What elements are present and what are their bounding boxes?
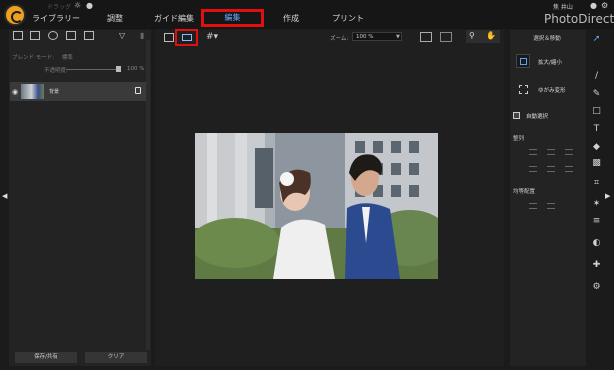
align-left-icon[interactable]: [529, 166, 537, 172]
settings-icon[interactable]: ⚙: [601, 1, 608, 10]
flip-icon[interactable]: [440, 32, 452, 42]
warp-label[interactable]: ゆがみ変形: [538, 86, 566, 94]
tab-create[interactable]: 作成: [275, 12, 307, 26]
scale-button[interactable]: [516, 54, 530, 68]
hand-icon[interactable]: ✋: [486, 31, 496, 40]
contrast-icon[interactable]: ◐: [591, 238, 602, 249]
distribute-horizontal-icon[interactable]: [529, 203, 537, 209]
help-icon[interactable]: ●: [86, 1, 93, 10]
delete-icon[interactable]: ▮: [140, 31, 144, 40]
pen-icon[interactable]: /: [591, 71, 602, 82]
align-top-icon[interactable]: [529, 149, 537, 155]
layers-panel: [9, 30, 151, 366]
image-view-icon: [182, 34, 192, 41]
align-right-icon[interactable]: [565, 166, 573, 172]
add-image-icon[interactable]: [30, 31, 40, 40]
align-center-icon[interactable]: [547, 166, 555, 172]
tab-edit[interactable]: 編集: [201, 9, 264, 27]
layers-scrollbar[interactable]: [146, 40, 150, 350]
layer-thumbnail: [21, 84, 44, 99]
filter-icon[interactable]: ▽: [119, 31, 125, 40]
align-middle-icon[interactable]: [547, 149, 555, 155]
rectangle-icon[interactable]: □: [591, 106, 602, 117]
collapse-right-icon[interactable]: ▶: [605, 192, 610, 200]
opacity-slider[interactable]: [66, 69, 120, 70]
adjust-icon[interactable]: ≡: [591, 216, 602, 227]
chevron-down-icon[interactable]: ▼: [396, 34, 400, 40]
layer-options-icon[interactable]: [84, 31, 94, 40]
tab-adjust[interactable]: 調整: [97, 12, 133, 26]
opacity-value: 100 %: [127, 66, 145, 72]
opacity-label: 不透明度:: [44, 68, 68, 74]
tab-print[interactable]: プリント: [326, 12, 370, 26]
distribute-vertical-icon[interactable]: [547, 203, 555, 209]
scale-icon: [520, 58, 527, 65]
auto-select-label: 自動選択: [526, 114, 549, 120]
layer-name: 背景: [49, 89, 60, 95]
photo-canvas[interactable]: [195, 133, 438, 279]
move-panel: [510, 30, 586, 366]
new-layer-icon[interactable]: [13, 31, 23, 40]
brand-name: PhotoDirector: [544, 12, 614, 26]
distribute-label: 均等配置: [513, 189, 536, 195]
compare-view-icon[interactable]: [164, 33, 174, 42]
adjust-layer-icon[interactable]: [48, 31, 58, 40]
collapse-left-icon[interactable]: ◀: [2, 192, 7, 200]
account-icon[interactable]: ●: [590, 1, 597, 10]
zoom-label: ズーム:: [330, 36, 349, 42]
blend-mode-label: ブレンド モード:: [12, 55, 55, 61]
wedding-photo: [195, 133, 438, 279]
crop-icon[interactable]: ⌗: [591, 178, 602, 189]
brightness-icon[interactable]: ☼: [74, 1, 81, 10]
panel-title: 選択＆移動: [533, 36, 561, 42]
align-bottom-icon[interactable]: [565, 149, 573, 155]
save-share-button[interactable]: 保存/共有: [15, 352, 77, 363]
tab-guided-edit[interactable]: ガイド編集: [148, 12, 200, 26]
move-select-icon[interactable]: ➚: [591, 34, 602, 45]
undo-hint: ドラッグ: [47, 4, 72, 11]
blend-mode-row: ブレンド モード: 標準: [12, 53, 73, 61]
warp-icon[interactable]: [519, 85, 528, 94]
heal-icon[interactable]: ✚: [591, 260, 602, 271]
magic-wand-icon[interactable]: ✶: [591, 199, 602, 210]
zoom-select[interactable]: 100 %: [352, 32, 402, 41]
user-name[interactable]: 焦 井山: [553, 2, 573, 11]
align-label: 整列: [513, 136, 525, 142]
text-icon[interactable]: T: [591, 124, 602, 135]
lock-icon[interactable]: [135, 87, 141, 94]
gear-icon[interactable]: ⚙: [591, 282, 602, 293]
mask-icon[interactable]: [66, 31, 76, 40]
grid-icon[interactable]: #▾: [206, 32, 218, 42]
clear-button[interactable]: クリア: [85, 352, 147, 363]
brush-icon[interactable]: ✎: [591, 89, 602, 100]
zoom-icon[interactable]: ⚲: [469, 31, 475, 40]
app-logo: [4, 4, 26, 26]
single-view-button[interactable]: [175, 29, 198, 46]
tab-library[interactable]: ライブラリー: [28, 12, 84, 26]
blend-mode-select[interactable]: 標準: [62, 55, 73, 61]
rotate-icon[interactable]: [420, 32, 432, 42]
opacity-slider-handle[interactable]: [116, 66, 121, 72]
eye-icon[interactable]: ◉: [12, 88, 18, 96]
scale-label[interactable]: 拡大/縮小: [538, 58, 562, 66]
layer-toolbar: ▽ ▮: [9, 31, 151, 45]
gradient-icon[interactable]: ▩: [591, 158, 602, 169]
fill-icon[interactable]: ◆: [591, 142, 602, 153]
auto-select-checkbox[interactable]: [513, 112, 520, 119]
